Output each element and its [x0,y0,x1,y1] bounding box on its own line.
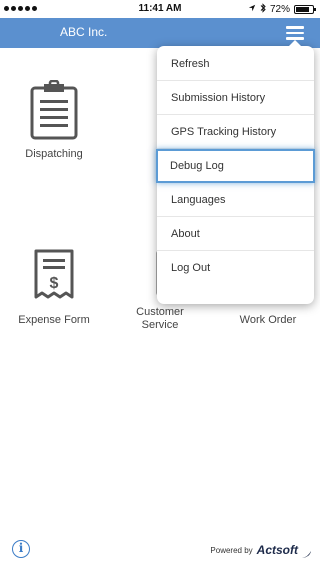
info-icon[interactable]: i [12,540,30,558]
tile-label: Work Order [239,314,297,326]
menu-item-languages[interactable]: Languages [157,183,314,217]
battery-icon [294,5,316,14]
bluetooth-icon [260,3,266,16]
tile-label: Dispatching [25,148,83,160]
status-right: 72% [248,3,316,16]
menu-line-icon [286,31,304,34]
tile-expense-form[interactable]: $ Expense Form [4,248,104,327]
company-title: ABC Inc. [60,25,108,39]
menu-item-about[interactable]: About [157,217,314,251]
receipt-icon: $ [26,248,82,300]
brand-logo: Actsoft [256,543,298,557]
menu-item-log-out[interactable]: Log Out [157,251,314,285]
powered-by-text: Powered by [210,545,253,555]
brand-swoosh-icon [302,546,312,558]
svg-text:$: $ [50,275,59,292]
battery-percent: 72% [269,4,290,15]
app-header: ABC Inc. [0,18,320,48]
menu-item-debug-log[interactable]: Debug Log [156,149,315,183]
menu-item-refresh[interactable]: Refresh [157,47,314,81]
status-bar: 11:41 AM 72% [0,0,320,18]
powered-by-footer: Powered by Actsoft [210,543,312,558]
menu-item-submission-history[interactable]: Submission History [157,81,314,115]
menu-line-icon [286,26,304,29]
tile-dispatching[interactable]: Dispatching [4,79,104,161]
tile-label: Customer Service [136,306,184,331]
menu-item-gps-tracking-history[interactable]: GPS Tracking History [157,115,314,149]
tile-label: Expense Form [18,314,90,326]
location-icon [248,4,256,15]
overflow-menu: Refresh Submission History GPS Tracking … [156,40,315,304]
clipboard-icon [26,79,82,140]
